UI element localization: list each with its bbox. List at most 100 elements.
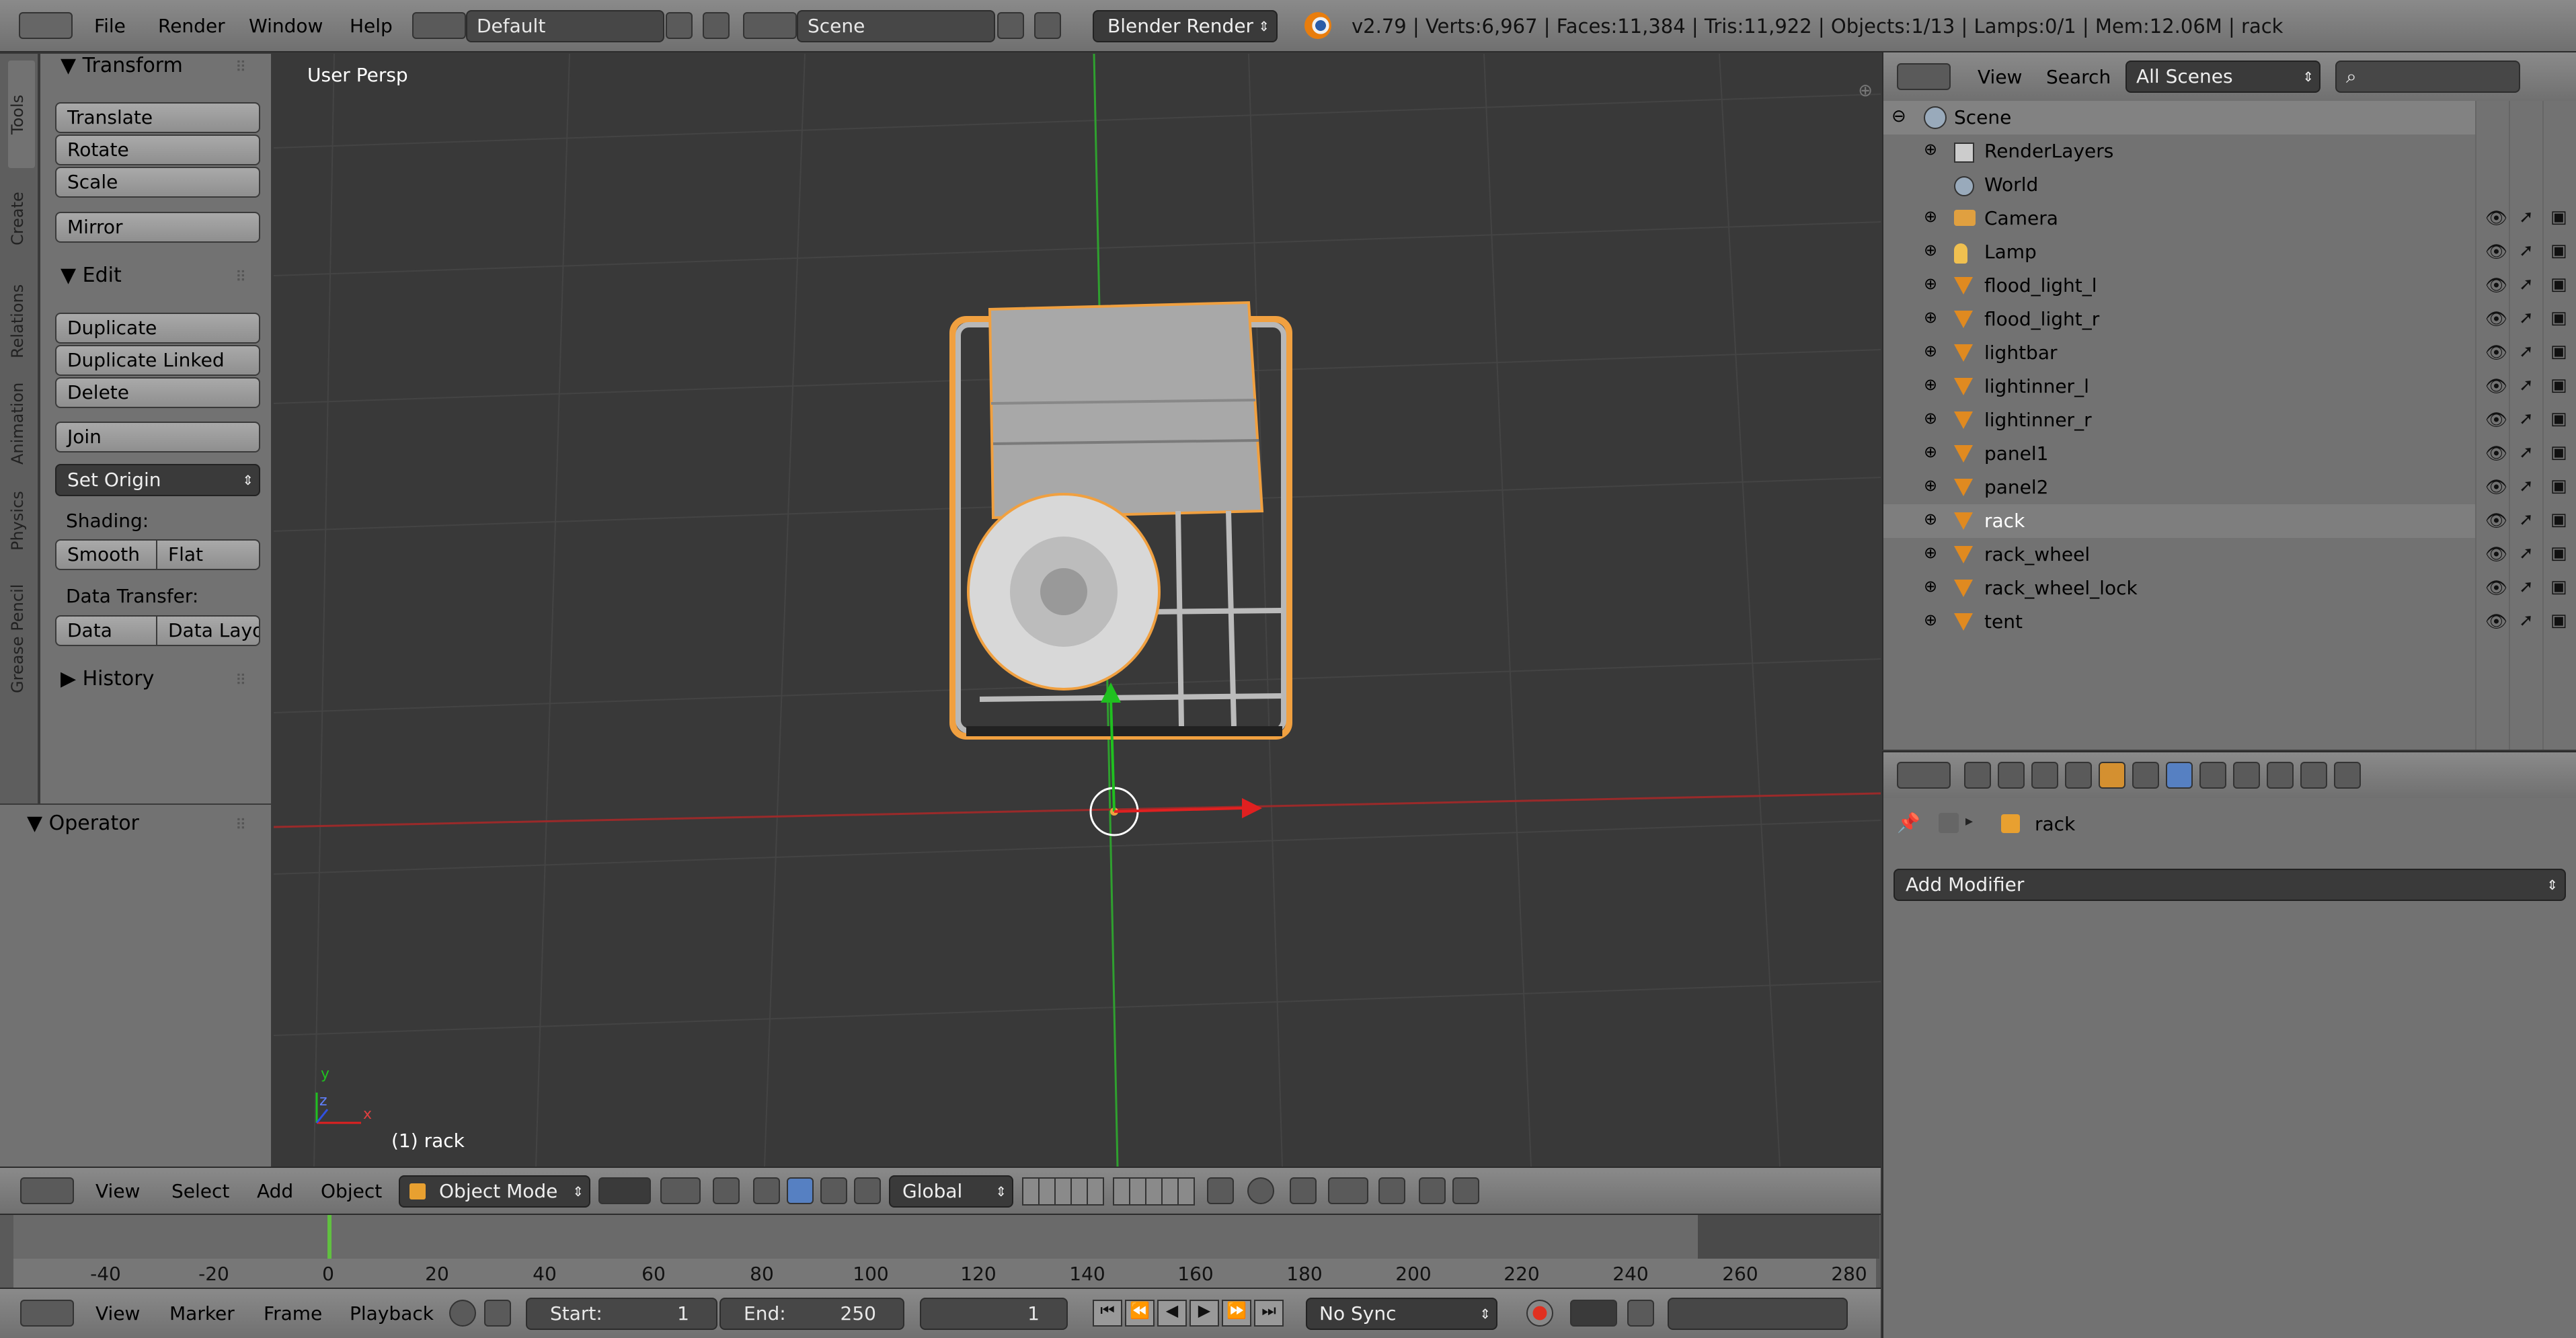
3d-viewport[interactable]: User Persp y z x (1) rack ⊕ (274, 54, 1881, 1167)
eye-icon[interactable]: 👁 (2485, 208, 2507, 229)
render-camera-icon[interactable]: ▣ (2550, 577, 2567, 597)
data-button[interactable]: Data (55, 615, 157, 646)
data-tab-icon[interactable] (2199, 762, 2226, 789)
menu-view[interactable]: View (95, 1302, 140, 1325)
scene-row[interactable]: ⊖ Scene (1883, 101, 2475, 134)
expand-icon[interactable]: ⊕ (1924, 274, 1937, 293)
physics-tab-icon[interactable] (2334, 762, 2361, 789)
transform-panel-title[interactable]: ▼ Transform (61, 54, 183, 77)
expand-icon[interactable]: ⊕ (1924, 308, 1937, 327)
outliner-item[interactable]: ⊕ flood_light_r (1883, 303, 2475, 336)
delete-button[interactable]: Delete (55, 377, 260, 408)
scene-field[interactable]: Scene (797, 10, 995, 42)
eye-icon[interactable]: 👁 (2485, 511, 2507, 531)
expand-icon[interactable]: ⊕ (1924, 375, 1937, 394)
eye-icon[interactable]: 👁 (2485, 377, 2507, 397)
add-screen-icon[interactable] (666, 12, 693, 39)
eye-icon[interactable]: 👁 (2485, 477, 2507, 498)
expand-icon[interactable]: ⊕ (1924, 241, 1937, 260)
render-camera-icon[interactable]: ▣ (2550, 611, 2567, 631)
cursor-icon[interactable]: ➚ (2519, 375, 2534, 395)
operator-panel-title[interactable]: ▼ Operator (27, 812, 139, 835)
scene-icon[interactable] (743, 12, 797, 39)
outliner-item[interactable]: ⊕ lightinner_l (1883, 370, 2475, 403)
screen-layout-field[interactable]: Default (466, 10, 664, 42)
scene-tab-icon[interactable] (2031, 762, 2058, 789)
screen-layout-icon[interactable] (412, 12, 466, 39)
material-tab-icon[interactable] (2233, 762, 2260, 789)
tab-animation[interactable]: Animation (8, 370, 27, 477)
expand-icon[interactable]: ⊕ (1924, 543, 1937, 562)
world-tab-icon[interactable] (2065, 762, 2092, 789)
expand-icon[interactable]: ⊕ (1924, 207, 1937, 226)
outliner-item[interactable]: ⊕ rack_wheel (1883, 538, 2475, 572)
outliner-item[interactable]: ⊕ Camera (1883, 202, 2475, 235)
prev-keyframe-icon[interactable]: ⏪ (1125, 1300, 1155, 1327)
keyframe-type-icon[interactable] (1627, 1300, 1654, 1327)
outliner-item[interactable]: ⊕ rack (1883, 504, 2475, 538)
eye-icon[interactable]: 👁 (2485, 309, 2507, 329)
menu-view[interactable]: View (95, 1180, 140, 1202)
flat-button[interactable]: Flat (156, 539, 260, 570)
pivot-icon[interactable] (660, 1177, 701, 1204)
rotate-button[interactable]: Rotate (55, 134, 260, 165)
cursor-icon[interactable]: ➚ (2519, 577, 2534, 597)
tab-create[interactable]: Create (8, 175, 27, 262)
proportional-edit-icon[interactable] (1247, 1177, 1274, 1204)
outliner-item[interactable]: ⊕ panel2 (1883, 471, 2475, 504)
outliner-item[interactable]: World (1883, 168, 2475, 202)
outliner-item[interactable]: ⊕ RenderLayers (1883, 134, 2475, 168)
play-icon[interactable]: ▶ (1189, 1300, 1219, 1327)
expand-icon[interactable]: ⊕ (1924, 476, 1937, 495)
render-camera-icon[interactable]: ▣ (2550, 308, 2567, 328)
current-frame-field[interactable]: 1 (920, 1298, 1068, 1330)
menu-frame[interactable]: Frame (264, 1302, 322, 1325)
outliner-search-input[interactable]: ⌕ (2335, 61, 2520, 93)
eye-icon[interactable]: 👁 (2485, 276, 2507, 296)
timeline-editor-icon[interactable] (20, 1300, 74, 1327)
texture-tab-icon[interactable] (2267, 762, 2294, 789)
drag-handle-icon[interactable]: ⠿ (235, 672, 246, 689)
render-camera-icon[interactable]: ▣ (2550, 543, 2567, 563)
expand-icon[interactable]: ⊕ (1924, 577, 1937, 596)
menu-object[interactable]: Object (321, 1180, 382, 1202)
current-frame-marker[interactable] (327, 1215, 331, 1259)
modifiers-tab-icon[interactable] (2166, 762, 2193, 789)
outliner-item[interactable]: ⊕ panel1 (1883, 437, 2475, 471)
add-scene-icon[interactable] (997, 12, 1024, 39)
outliner-item[interactable]: ⊕ lightinner_r (1883, 403, 2475, 437)
eye-icon[interactable]: 👁 (2485, 612, 2507, 632)
render-camera-icon[interactable]: ▣ (2550, 207, 2567, 227)
menu-view[interactable]: View (1978, 66, 2022, 88)
eye-icon[interactable]: 👁 (2485, 444, 2507, 464)
editor-type-icon[interactable] (20, 1177, 74, 1204)
cursor-icon[interactable]: ➚ (2519, 241, 2534, 261)
orientation-dropdown[interactable]: Global ⇕ (889, 1175, 1013, 1208)
render-camera-icon[interactable]: ▣ (2550, 409, 2567, 429)
end-frame-field[interactable]: End: 250 (719, 1298, 904, 1330)
expand-icon[interactable]: ⊕ (1924, 442, 1937, 461)
menu-add[interactable]: Add (257, 1180, 293, 1202)
move-manipulator-icon[interactable] (787, 1177, 814, 1204)
outliner-item[interactable]: ⊕ Lamp (1883, 235, 2475, 269)
drag-handle-icon[interactable]: ⠿ (235, 59, 246, 76)
render-layers-tab-icon[interactable] (1998, 762, 2025, 789)
tab-physics[interactable]: Physics (8, 477, 27, 565)
translate-button[interactable]: Translate (55, 102, 260, 133)
particles-tab-icon[interactable] (2300, 762, 2327, 789)
cursor-icon[interactable]: ➚ (2519, 342, 2534, 362)
next-keyframe-icon[interactable]: ⏩ (1222, 1300, 1251, 1327)
eye-icon[interactable]: 👁 (2485, 545, 2507, 565)
start-frame-field[interactable]: Start: 1 (526, 1298, 717, 1330)
info-editor-icon[interactable] (19, 12, 73, 39)
menu-search[interactable]: Search (2046, 66, 2111, 88)
expand-icon[interactable]: ⊕ (1924, 611, 1937, 629)
snap-toggle-icon[interactable] (1290, 1177, 1317, 1204)
snap-target-icon[interactable] (1378, 1177, 1405, 1204)
cursor-icon[interactable]: ➚ (2519, 442, 2534, 463)
cursor-icon[interactable]: ➚ (2519, 274, 2534, 294)
outliner-item[interactable]: ⊕ flood_light_l (1883, 269, 2475, 303)
render-engine-dropdown[interactable]: Blender Render ⇕ (1093, 10, 1278, 42)
shading-mode-icon[interactable] (598, 1177, 651, 1204)
cursor-icon[interactable]: ➚ (2519, 611, 2534, 631)
